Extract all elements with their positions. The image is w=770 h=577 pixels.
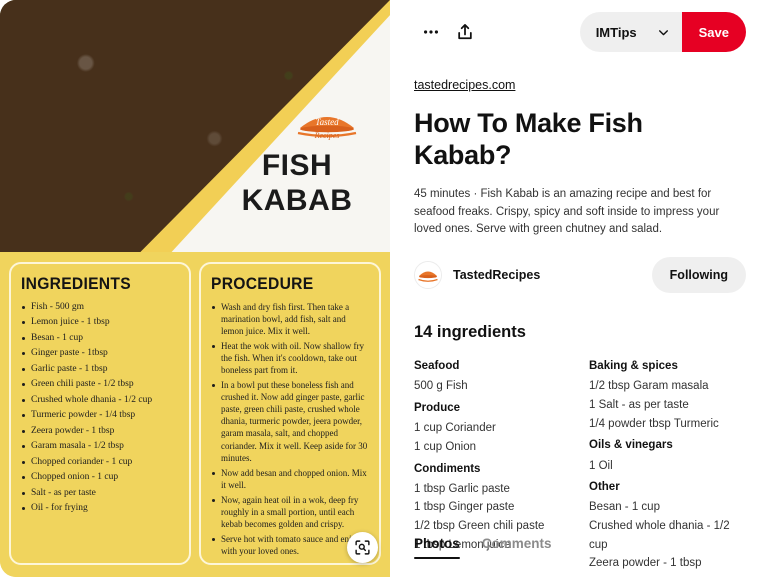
pin-description: 45 minutes · Fish Kabab is an amazing re… (414, 187, 720, 236)
recipe-title-line-1: FISH (261, 149, 333, 182)
ingredient-item: Besan - 1 cup (589, 501, 660, 514)
procedure-card-step: Wash and dry fish first. Then take a mar… (211, 301, 370, 337)
board-selector[interactable]: IMTips (579, 12, 682, 52)
ingredient-group: Oils & vinegars 1 Oil (589, 435, 746, 475)
ingredients-card-list: Fish - 500 gm Lemon juice - 1 tbsp Besan -… (21, 301, 180, 516)
ingredient-card-item: Garlic paste - 1 tbsp (21, 363, 180, 376)
procedure-card-heading: PROCEDURE (211, 274, 314, 293)
ingredient-card-item: Turmeric powder - 1/4 tbsp (21, 409, 180, 422)
pin-closeup-page: Tasted Recipes FISH KABAB INGREDIENTS Fi… (0, 0, 770, 577)
ingredient-item: 1/4 powder tbsp Turmeric (589, 417, 719, 430)
ingredient-group-title: Produce (414, 402, 461, 415)
recipe-photo-header: Tasted Recipes FISH KABAB (0, 0, 390, 252)
pin-image[interactable]: Tasted Recipes FISH KABAB INGREDIENTS Fi… (0, 0, 390, 577)
visual-search-button[interactable] (347, 532, 378, 563)
visual-search-lens-icon (355, 540, 370, 555)
ingredient-group-title: Oils & vinegars (589, 439, 673, 452)
ingredient-card-item: Chopped onion - 1 cup (21, 471, 180, 484)
chevron-down-icon (658, 29, 668, 35)
ingredient-card-item: Salt - as per taste (21, 487, 180, 500)
ingredient-group: Produce 1 cup Coriander 1 cup Onion (414, 398, 571, 457)
recipe-cards-area: INGREDIENTS Fish - 500 gm Lemon juice - 1… (0, 252, 390, 577)
pin-action-bar: IMTips Save (414, 0, 746, 64)
ingredient-card-item: Ginger paste - 1tbsp (21, 347, 180, 360)
follow-button[interactable]: Following (651, 257, 746, 294)
board-name: IMTips (595, 24, 637, 40)
source-link[interactable]: tastedrecipes.com (414, 78, 515, 92)
share-button[interactable] (448, 15, 482, 49)
ingredient-card-item: Garam masala - 1/2 tbsp (21, 440, 180, 453)
procedure-card-step: Heat the wok with oil. Now shallow fry t… (211, 340, 370, 376)
ingredients-card: INGREDIENTS Fish - 500 gm Lemon juice - 1… (9, 262, 191, 565)
ingredient-card-item: Oil - for frying (21, 502, 180, 515)
ingredient-group-title: Seafood (414, 360, 460, 373)
ingredient-group-title: Other (589, 481, 620, 494)
ingredient-item: 1 Salt - as per taste (589, 399, 689, 412)
ingredient-item: 1 Oil (589, 459, 613, 472)
ingredients-card-heading: INGREDIENTS (21, 274, 131, 293)
ingredient-card-item: Chopped coriander - 1 cup (21, 456, 180, 469)
ingredient-group: Seafood 500 g Fish (414, 356, 571, 396)
recipe-image-title: FISH KABAB (222, 148, 372, 219)
ingredient-card-item: Crushed whole dhania - 1/2 cup (21, 394, 180, 407)
ingredient-item: 1/2 tbsp Green chili paste (414, 520, 545, 533)
ingredient-card-item: Green chili paste - 1/2 tbsp (21, 378, 180, 391)
save-controls: IMTips Save (579, 12, 746, 52)
ingredient-item: 1/2 tbsp Garam masala (589, 380, 709, 393)
ingredient-item: 1 cup Coriander (414, 422, 496, 435)
ingredient-group-title: Condiments (414, 462, 481, 475)
ingredient-card-item: Fish - 500 gm (21, 301, 180, 314)
ingredient-card-item: Besan - 1 cup (21, 332, 180, 345)
recipe-title-line-2: KABAB (241, 184, 353, 218)
ingredient-item: 1 cup Onion (414, 440, 477, 453)
ingredient-item: 1 tbsp Garlic paste (414, 482, 510, 495)
ingredients-heading: 14 ingredients (414, 323, 526, 342)
pin-detail-panel: IMTips Save tastedrecipes.com How To Mak… (390, 0, 770, 577)
content-tabs: Photos Comments (414, 536, 746, 559)
procedure-card-step: Now, again heat oil in a wok, deep fry r… (211, 494, 370, 530)
ingredient-group: Baking & spices 1/2 tbsp Garam masala 1 Sa… (589, 356, 746, 433)
ingredient-card-item: Zeera powder - 1 tbsp (21, 425, 180, 438)
avatar[interactable] (414, 261, 442, 290)
author-name: TastedRecipes (453, 268, 541, 283)
ingredient-item: 1 tbsp Ginger paste (414, 501, 515, 514)
tab-photos[interactable]: Photos (414, 536, 460, 559)
ellipsis-icon (424, 30, 438, 34)
tasted-recipes-avatar-icon (415, 262, 441, 289)
procedure-card: PROCEDURE Wash and dry fish first. Then … (199, 262, 381, 565)
ingredient-card-item: Lemon juice - 1 tbsp (21, 316, 180, 329)
more-options-button[interactable] (414, 15, 448, 49)
ingredient-item: 500 g Fish (414, 380, 468, 393)
procedure-card-step: In a bowl put these boneless fish and cr… (211, 379, 370, 463)
tab-comments[interactable]: Comments (482, 536, 552, 559)
procedure-card-list: Wash and dry fish first. Then take a mar… (211, 301, 370, 557)
page-title: How To Make Fish Kabab? (414, 108, 643, 170)
ingredient-group-title: Baking & spices (589, 360, 678, 373)
share-upload-icon (458, 24, 472, 40)
author-row: TastedRecipes Following (414, 257, 746, 294)
save-button[interactable]: Save (681, 12, 746, 52)
procedure-card-step: Now add besan and chopped onion. Mix it … (211, 467, 370, 491)
